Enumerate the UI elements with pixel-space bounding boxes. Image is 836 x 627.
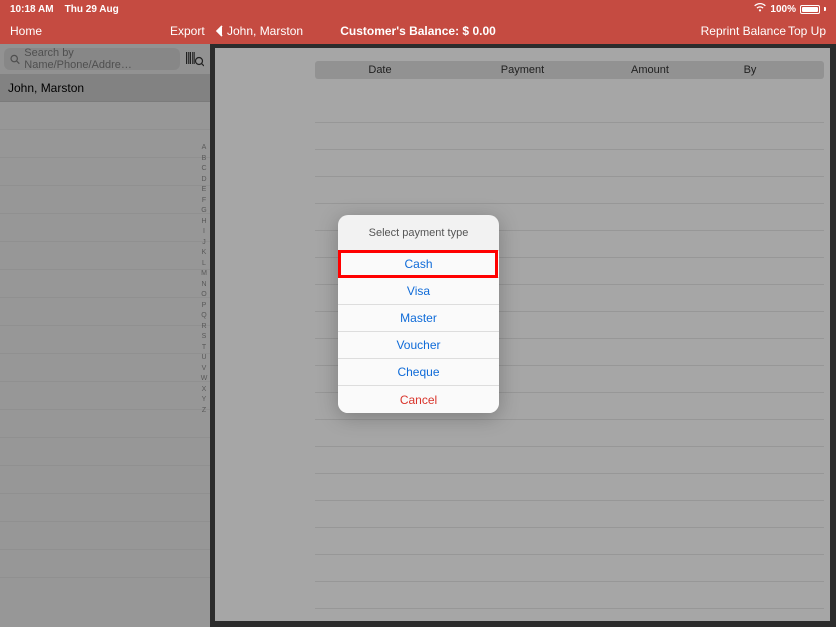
payment-visa-button[interactable]: Visa xyxy=(338,278,499,305)
chevron-left-icon xyxy=(215,25,223,37)
battery-pct: 100% xyxy=(770,4,796,15)
annotation-highlight-box xyxy=(338,250,498,278)
payment-cancel-button[interactable]: Cancel xyxy=(338,386,499,413)
top-up-button[interactable]: Top Up xyxy=(788,24,826,38)
battery-icon xyxy=(800,5,820,14)
status-time: 10:18 AM xyxy=(10,4,54,15)
status-right: 100% xyxy=(754,3,826,15)
home-button[interactable]: Home xyxy=(10,24,42,38)
export-button[interactable]: Export xyxy=(170,24,205,38)
status-time-date: 10:18 AM Thu 29 Aug xyxy=(10,4,119,15)
reprint-balance-button[interactable]: Reprint Balance xyxy=(701,24,786,38)
status-date: Thu 29 Aug xyxy=(65,4,119,15)
payment-type-sheet: Select payment type Cash Visa Master Vou… xyxy=(338,215,499,413)
payment-master-button[interactable]: Master xyxy=(338,305,499,332)
sheet-title: Select payment type xyxy=(338,215,499,251)
back-customer-name: John, Marston xyxy=(227,24,303,38)
status-bar: 10:18 AM Thu 29 Aug 100% xyxy=(0,0,836,18)
back-button[interactable]: John, Marston xyxy=(215,24,303,38)
wifi-icon xyxy=(754,3,766,15)
payment-voucher-button[interactable]: Voucher xyxy=(338,332,499,359)
payment-cheque-button[interactable]: Cheque xyxy=(338,359,499,386)
nav-bar: Home Export John, Marston Customer's Bal… xyxy=(0,18,836,44)
battery-tip xyxy=(824,7,826,11)
